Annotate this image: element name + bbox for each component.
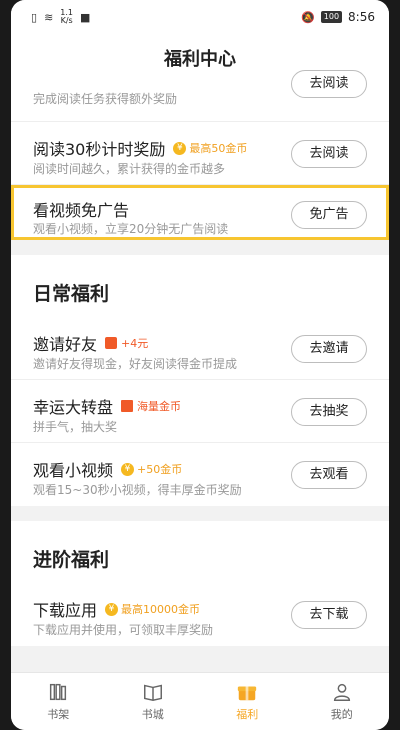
- wifi-icon: ≋: [44, 10, 54, 24]
- task-row-partial: 完成阅读任务获得额外奖励 去阅读: [11, 70, 389, 122]
- task-title: 幸运大转盘: [33, 398, 114, 417]
- section-divider: [11, 240, 389, 255]
- task-row-read-timer: 阅读30秒计时奖励 ¥ 最高50金币 阅读时间越久，累计获得的金币越多 去阅读: [11, 122, 389, 185]
- task-row-watch-video: 观看小视频 ¥ +50金币 观看15~30秒小视频，得丰厚金币奖励 去观看: [11, 443, 389, 506]
- tab-me[interactable]: 我的: [295, 673, 390, 730]
- go-read-timer-button[interactable]: 去阅读: [291, 140, 367, 168]
- task-row-invite: 邀请好友 +4元 邀请好友得现金，好友阅读得金币提成 去邀请: [11, 317, 389, 380]
- status-bar: ▯ ≋ 1.1 K/s ■ 🔕 100 8:56: [11, 0, 389, 34]
- tab-bookshelf[interactable]: 书架: [11, 673, 106, 730]
- download-button[interactable]: 去下载: [291, 601, 367, 629]
- battery-indicator: 100: [320, 11, 343, 23]
- coin-icon: ¥: [121, 462, 135, 476]
- book-icon: [143, 684, 162, 702]
- go-read-button[interactable]: 去阅读: [291, 70, 367, 98]
- gift-icon: [121, 400, 134, 412]
- no-ads-button[interactable]: 免广告: [291, 201, 367, 229]
- bottom-tab-bar: 书架 书城 福利 我的: [11, 672, 389, 730]
- notification-icon: ■: [80, 10, 91, 24]
- task-title: 阅读30秒计时奖励: [33, 140, 166, 159]
- top-task-card: 完成阅读任务获得额外奖励 去阅读 阅读30秒计时奖励 ¥ 最高50金币 阅读时间越…: [11, 70, 389, 240]
- daily-welfare-card: 日常福利 邀请好友 +4元 邀请好友得现金，好友阅读得金币提成 去邀请 幸运大转…: [11, 255, 389, 506]
- task-desc: 观看15~30秒小视频，得丰厚金币奖励: [33, 483, 242, 497]
- bookshelf-icon: [50, 683, 67, 701]
- status-time: 8:56: [348, 10, 375, 24]
- task-title: 观看小视频: [33, 461, 114, 480]
- reward-badge: ¥ +50金币: [121, 461, 182, 477]
- task-row-no-ads: 看视频免广告 观看小视频，立享20分钟无广告阅读 免广告: [11, 185, 389, 240]
- reward-badge: 海量金币: [121, 398, 181, 414]
- gift-box-icon: [238, 686, 257, 701]
- coin-icon: ¥: [173, 141, 187, 155]
- task-desc: 邀请好友得现金，好友阅读得金币提成: [33, 357, 238, 371]
- advanced-welfare-card: 进阶福利 下载应用 ¥ 最高10000金币 下载应用并使用，可领取丰厚奖励 去下载: [11, 521, 389, 646]
- watch-button[interactable]: 去观看: [291, 461, 367, 489]
- task-desc: 阅读时间越久，累计获得的金币越多: [33, 162, 226, 176]
- task-title: 邀请好友: [33, 335, 98, 354]
- reward-badge: ¥ 最高50金币: [173, 140, 247, 156]
- task-desc: 拼手气，抽大奖: [33, 420, 118, 434]
- phone-screen: ▯ ≋ 1.1 K/s ■ 🔕 100 8:56 福利中心 完成阅读任务获得额外奖…: [11, 0, 389, 730]
- section-title-daily: 日常福利: [11, 255, 389, 317]
- task-row-download-app: 下载应用 ¥ 最高10000金币 下载应用并使用，可领取丰厚奖励 去下载: [11, 583, 389, 646]
- task-title: 下载应用: [33, 601, 98, 620]
- sim-card-icon: ▯: [31, 10, 38, 24]
- section-divider: [11, 506, 389, 521]
- tab-bookstore[interactable]: 书城: [106, 673, 201, 730]
- task-title: 看视频免广告: [33, 201, 130, 220]
- red-envelope-icon: [105, 337, 118, 349]
- tab-welfare[interactable]: 福利: [200, 673, 295, 730]
- task-desc: 完成阅读任务获得额外奖励: [33, 92, 178, 106]
- section-title-advanced: 进阶福利: [11, 521, 389, 583]
- task-row-lucky-wheel: 幸运大转盘 海量金币 拼手气，抽大奖 去抽奖: [11, 380, 389, 443]
- lottery-button[interactable]: 去抽奖: [291, 398, 367, 426]
- net-speed: 1.1 K/s: [60, 8, 74, 25]
- coin-icon: ¥: [105, 602, 119, 616]
- person-icon: [333, 683, 350, 701]
- task-desc: 下载应用并使用，可领取丰厚奖励: [33, 623, 214, 637]
- invite-button[interactable]: 去邀请: [291, 335, 367, 363]
- reward-badge: ¥ 最高10000金币: [105, 601, 200, 617]
- reward-badge: +4元: [105, 335, 148, 351]
- mute-icon: 🔕: [301, 10, 315, 24]
- task-desc: 观看小视频，立享20分钟无广告阅读: [33, 222, 229, 236]
